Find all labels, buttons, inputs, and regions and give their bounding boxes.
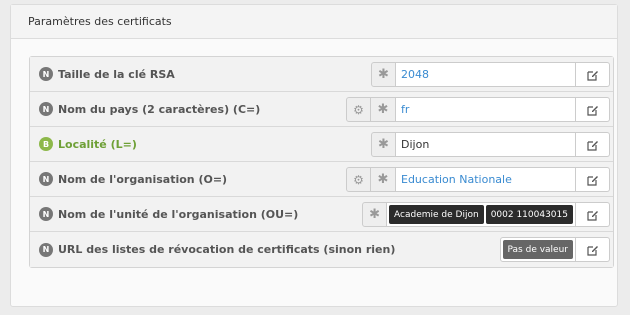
setting-label: URL des listes de révocation de certific… (58, 243, 396, 256)
mode-badge: N (39, 102, 53, 116)
asterisk-icon: ✱ (371, 167, 396, 192)
certificates-panel: Paramètres des certificats N Taille de l… (10, 4, 618, 307)
setting-row-rsa-key-size: N Taille de la clé RSA ✱ 2048 (30, 57, 613, 92)
setting-control: ✱ Dijon (371, 132, 610, 157)
empty-value-tag: Pas de valeur (502, 240, 573, 259)
settings-list: N Taille de la clé RSA ✱ 2048 N Nom du p… (29, 56, 614, 268)
value-field[interactable]: 2048 (396, 62, 576, 87)
edit-icon (586, 70, 598, 81)
gears-icon[interactable]: ⚙ (346, 167, 371, 192)
setting-label: Nom du pays (2 caractères) (C=) (58, 102, 261, 116)
value-field[interactable]: Education Nationale (396, 167, 576, 192)
asterisk-icon: ✱ (371, 62, 396, 87)
edit-button[interactable] (576, 132, 610, 157)
setting-label: Localité (L=) (58, 137, 137, 151)
empty-value-field[interactable]: Pas de valeur (499, 237, 576, 262)
asterisk-icon: ✱ (362, 202, 388, 227)
setting-label: Nom de l'unité de l'organisation (OU=) (58, 207, 299, 221)
value-field[interactable]: fr (396, 97, 576, 122)
panel-header: Paramètres des certificats (11, 5, 617, 39)
mode-badge: B (39, 137, 53, 151)
setting-row-country-name: N Nom du pays (2 caractères) (C=) ⚙ ✱ fr (30, 92, 613, 127)
mode-badge: N (39, 172, 53, 186)
setting-label: Nom de l'organisation (O=) (58, 172, 228, 186)
edit-button[interactable] (576, 62, 610, 87)
edit-icon (586, 210, 598, 221)
setting-row-organizational-unit: N Nom de l'unité de l'organisation (OU=)… (30, 197, 613, 232)
edit-icon (586, 105, 598, 116)
edit-icon (586, 245, 598, 256)
setting-control: ⚙ ✱ fr (346, 97, 610, 122)
setting-label: Taille de la clé RSA (58, 67, 175, 81)
edit-icon (586, 175, 598, 186)
value-field[interactable]: Dijon (396, 132, 576, 157)
mode-badge: N (39, 207, 53, 221)
panel-title: Paramètres des certificats (28, 15, 172, 28)
setting-control: ✱ 2048 (371, 62, 610, 87)
edit-icon (586, 140, 598, 151)
setting-control: ⚙ ✱ Education Nationale (346, 167, 610, 192)
gears-icon[interactable]: ⚙ (346, 97, 371, 122)
value-tag: Academie de Dijon (389, 205, 484, 224)
value-tag: 0002 110043015 (485, 205, 573, 224)
setting-row-locality: B Localité (L=) ✱ Dijon (30, 127, 613, 162)
edit-button[interactable] (576, 237, 610, 262)
edit-button[interactable] (576, 167, 610, 192)
setting-row-crl-url: N URL des listes de révocation de certif… (30, 232, 613, 267)
setting-control: ✱ Academie de Dijon 0002 110043015 (362, 202, 610, 227)
multi-value-field[interactable]: Academie de Dijon 0002 110043015 (387, 202, 576, 227)
setting-row-organization: N Nom de l'organisation (O=) ⚙ ✱ Educati… (30, 162, 613, 197)
mode-badge: N (39, 67, 53, 81)
setting-control: Pas de valeur (499, 237, 610, 262)
edit-button[interactable] (576, 97, 610, 122)
mode-badge: N (39, 242, 53, 257)
asterisk-icon: ✱ (371, 97, 396, 122)
asterisk-icon: ✱ (371, 132, 396, 157)
edit-button[interactable] (576, 202, 610, 227)
